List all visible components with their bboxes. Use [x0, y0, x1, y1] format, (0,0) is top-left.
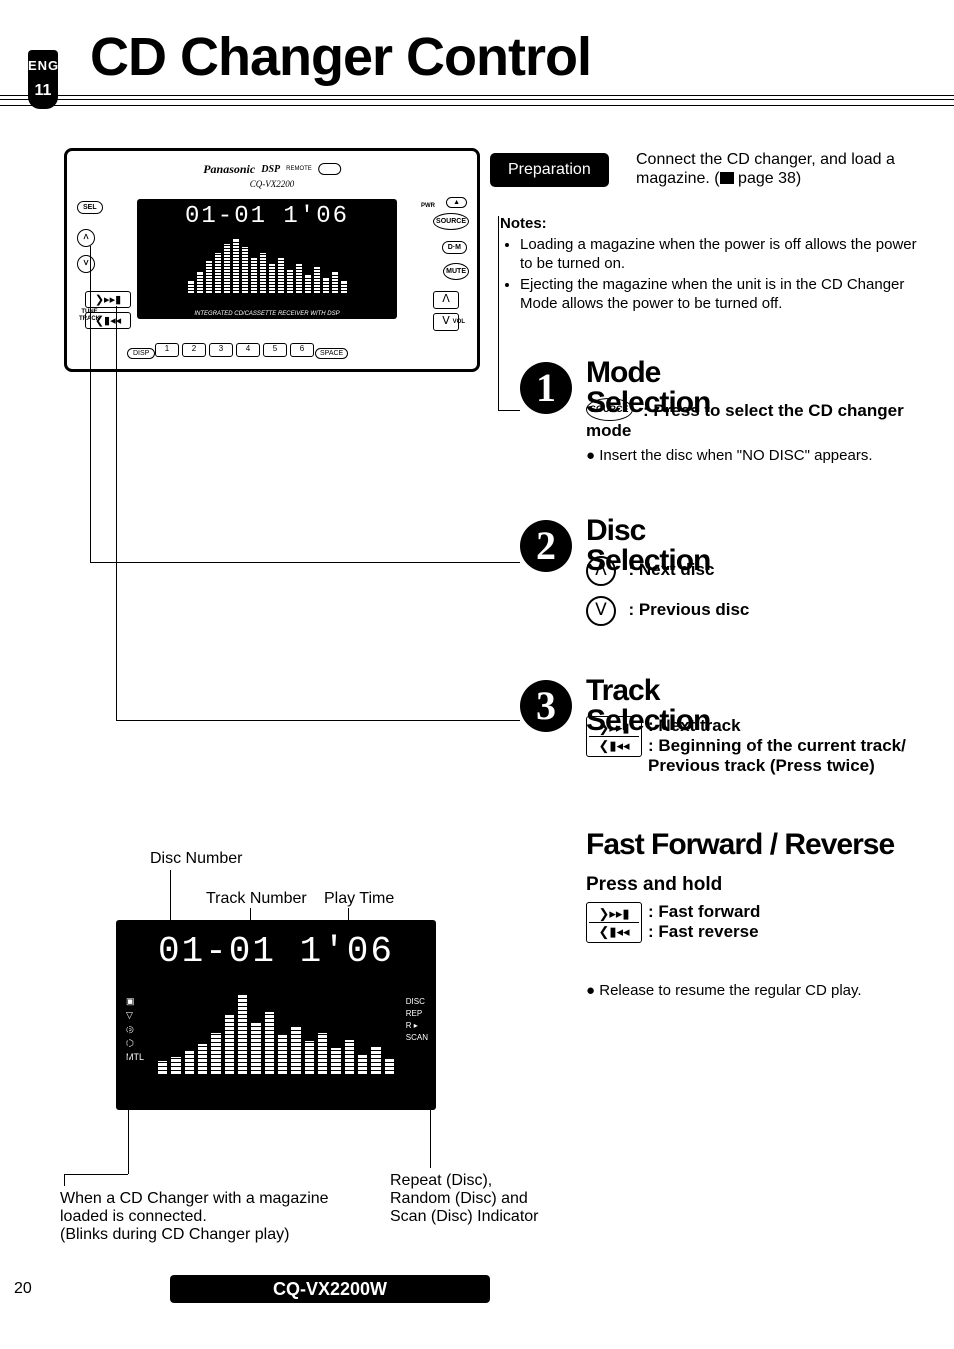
notes-heading: Notes:: [500, 215, 547, 232]
right-callout-line: [430, 1000, 431, 1168]
vol-up-button: ᐱ: [433, 291, 459, 309]
step-3-number: 3: [520, 680, 572, 732]
step-2-number: 2: [520, 520, 572, 572]
track-buttons-icon: ❯▸▸▮ ❮▮◂◂: [586, 716, 642, 757]
ff-note: ● Release to resume the regular CD play.: [586, 982, 862, 999]
left-callout-v2: [64, 1174, 65, 1186]
fast-forward-icon: ❯▸▸▮: [589, 905, 639, 922]
preset-2: 2: [182, 343, 206, 357]
remote-label: REMOTE: [286, 166, 312, 172]
page-title: CD Changer Control: [90, 30, 591, 84]
spectrum-analyzer: [137, 237, 397, 293]
step-1-number: 1: [520, 362, 572, 414]
prev-track-button: ❮▮◂◂: [85, 312, 131, 329]
preset-number-row: 1 2 3 4 5 6: [155, 343, 314, 357]
prev-disc-label: : Previous disc: [628, 600, 749, 619]
preparation-text: Connect the CD changer, and load a magaz…: [636, 150, 916, 188]
device-lcd: 01-01 1'06 INTEGRATED CD/CASSETTE RECEIV…: [137, 199, 397, 319]
display-closeup: 01-01 1'06 ▣ ▽ ◎ ⬡ MTL DISC REP R ▸ SCAN: [116, 920, 436, 1110]
remote-indicator: [318, 163, 341, 175]
next-track-icon: ❯▸▸▮: [589, 719, 639, 736]
step-1-note: ● Insert the disc when "NO DISC" appears…: [586, 447, 936, 464]
preset-5: 5: [263, 343, 287, 357]
magazine-indicator-label: When a CD Changer with a magazine loaded…: [60, 1190, 360, 1244]
sel-button: SEL: [77, 201, 103, 214]
track-number-label: Track Number: [206, 890, 307, 908]
mute-button: MUTE: [443, 263, 469, 280]
language-code: ENGLISH: [28, 58, 58, 73]
brand: Panasonic: [203, 163, 255, 175]
closeup-indicators: DISC REP R ▸ SCAN: [406, 996, 428, 1044]
down-arrow-icon: ᐯ: [586, 596, 616, 626]
disc-number-label: Disc Number: [150, 850, 242, 868]
page-number: 20: [14, 1280, 32, 1298]
step-1-instruction: : Press to select the CD changer mode: [586, 401, 904, 440]
closeup-spectrum: [116, 988, 436, 1074]
prev-track-label: : Beginning of the current track/ Previo…: [648, 736, 928, 776]
lcd-digits: 01-01 1'06: [137, 199, 397, 229]
preset-1: 1: [155, 343, 179, 357]
source-badge-icon: SOURCE: [586, 398, 633, 421]
title-rule: [0, 95, 954, 106]
dsp-label: DSP: [261, 164, 280, 175]
callout-line-2b: [90, 562, 520, 563]
space-button: SPACE: [315, 348, 348, 359]
model-small: CQ-VX2200: [250, 179, 295, 189]
next-disc-label: : Next disc: [628, 560, 714, 579]
callout-line-3: [116, 306, 117, 720]
left-callout-h: [64, 1174, 128, 1175]
callout-line-1: [498, 216, 499, 410]
ff-buttons-icon: ❯▸▸▮ ❮▮◂◂: [586, 902, 642, 943]
callout-line-2: [90, 246, 91, 562]
up-arrow-icon: ᐱ: [586, 556, 616, 586]
next-track-button: ❯▸▸▮: [85, 291, 131, 308]
vol-down-button: ᐯ: [433, 313, 459, 331]
disp-button: DISP: [127, 348, 155, 359]
fast-reverse-icon: ❮▮◂◂: [589, 922, 639, 940]
title-rule-inner: [0, 99, 954, 100]
prev-track-icon: ❮▮◂◂: [589, 736, 639, 754]
prep-text-b: page 38): [734, 170, 802, 187]
receiver-illustration: Panasonic DSP REMOTE CQ-VX2200 SEL ▲ PWR…: [64, 148, 480, 372]
note-2: Ejecting the magazine when the unit is i…: [520, 275, 920, 313]
pwr-label: PWR: [421, 203, 435, 209]
play-time-label: Play Time: [324, 890, 394, 908]
source-button: SOURCE: [433, 213, 469, 230]
disc-up-button: ᐱ: [77, 229, 95, 247]
model-bar: CQ-VX2200W: [170, 1275, 490, 1303]
preparation-label: Preparation: [490, 153, 609, 187]
callout-line-1b: [498, 410, 520, 411]
dm-button: D·M: [442, 241, 467, 254]
preset-3: 3: [209, 343, 233, 357]
fast-reverse-label: : Fast reverse: [648, 922, 760, 942]
closeup-digits: 01-01 1'06: [116, 920, 436, 970]
arrow-icon: [720, 172, 734, 184]
callout-line-3b: [116, 720, 520, 721]
notes-block: Notes: Loading a magazine when the power…: [500, 214, 920, 315]
fast-forward-label: : Fast forward: [648, 902, 760, 921]
lcd-band-text: INTEGRATED CD/CASSETTE RECEIVER WITH DSP: [137, 311, 397, 317]
disc-down-button: ᐯ: [77, 255, 95, 273]
left-callout-line: [128, 1024, 129, 1174]
repeat-random-scan-label: Repeat (Disc), Random (Disc) and Scan (D…: [390, 1172, 539, 1226]
ff-heading: Fast Forward / Reverse: [586, 830, 894, 860]
note-1: Loading a magazine when the power is off…: [520, 235, 920, 273]
next-track-label: : Next track: [648, 716, 741, 735]
preset-6: 6: [290, 343, 314, 357]
ff-subheading: Press and hold: [586, 874, 722, 896]
eject-button: ▲: [446, 197, 467, 208]
preset-4: 4: [236, 343, 260, 357]
